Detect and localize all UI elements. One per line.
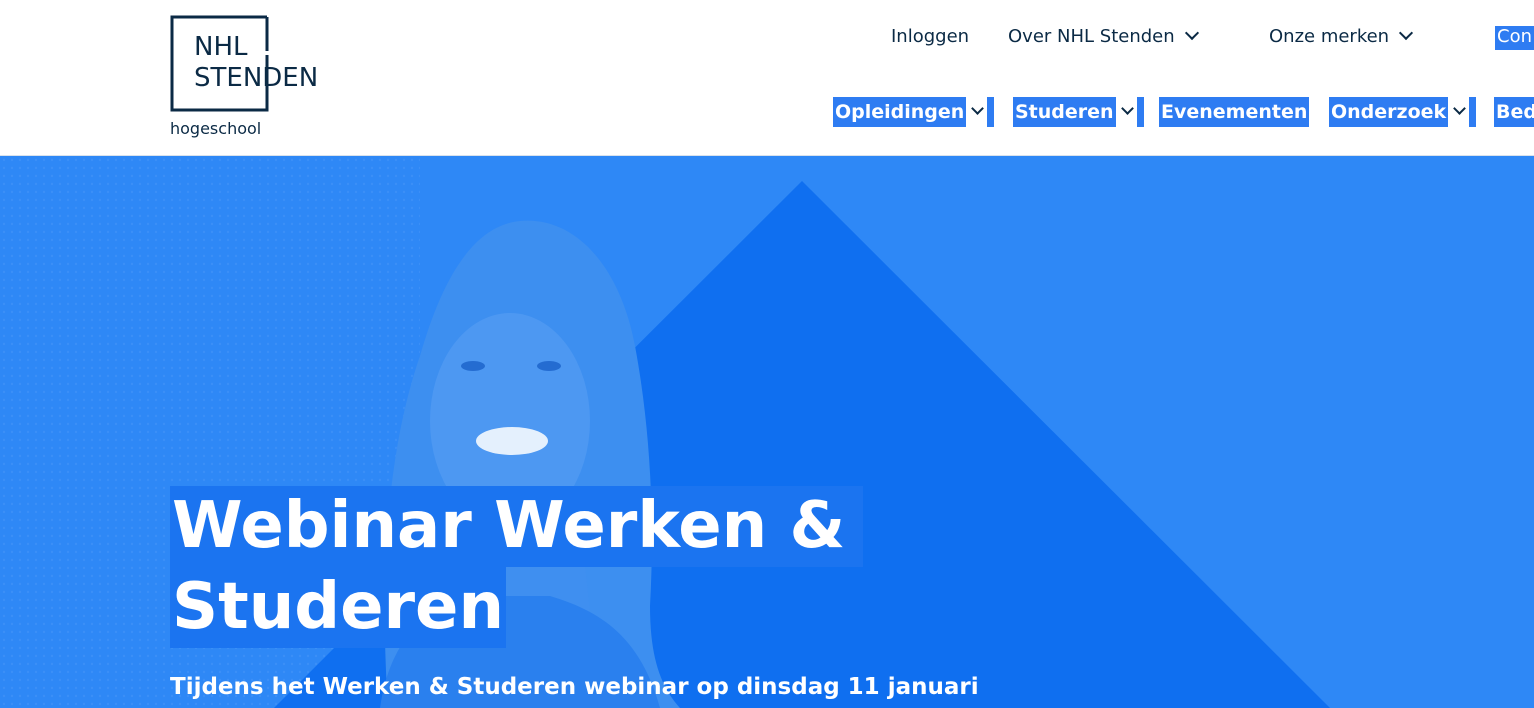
- about-label: Over NHL Stenden: [1008, 26, 1175, 47]
- nav-evenementen[interactable]: Evenementen: [1159, 97, 1310, 127]
- nhl-stenden-logo[interactable]: NHL STENDEN hogeschool: [170, 15, 340, 145]
- nav-bedrijven[interactable]: Bed: [1494, 97, 1534, 127]
- chevron-down-icon[interactable]: [1115, 97, 1142, 127]
- chevron-down-icon[interactable]: [1448, 97, 1475, 127]
- nav-onderzoek-label: Onderzoek: [1331, 101, 1447, 123]
- page: NHL STENDEN hogeschool Inloggen Over NHL…: [0, 0, 1534, 708]
- logo-subtitle: hogeschool: [170, 119, 262, 138]
- brands-label: Onze merken: [1269, 26, 1390, 47]
- logo-text-line1: NHL: [194, 32, 248, 62]
- login-link[interactable]: Inloggen: [891, 26, 969, 52]
- logo-text-line2: STENDEN: [194, 63, 319, 93]
- nav-studeren-label: Studeren: [1015, 101, 1114, 123]
- hero-title: Webinar Werken & Studeren: [170, 486, 864, 648]
- chevron-down-icon[interactable]: [966, 97, 993, 127]
- hero-banner: Webinar Werken & Studeren Tijdens het We…: [0, 156, 1534, 708]
- login-label: Inloggen: [891, 26, 970, 47]
- nav-evenementen-label: Evenementen: [1161, 101, 1308, 123]
- hero-title-line1: Webinar Werken &: [170, 486, 864, 567]
- nav-opleidingen-label: Opleidingen: [835, 101, 965, 123]
- hero-title-line2: Studeren: [170, 567, 506, 648]
- nav-opleidingen[interactable]: Opleidingen: [833, 97, 995, 127]
- brands-menu[interactable]: Onze merken: [1269, 25, 1414, 52]
- hero-subtitle: Tijdens het Werken & Studeren webinar op…: [170, 674, 979, 700]
- site-header: NHL STENDEN hogeschool Inloggen Over NHL…: [0, 0, 1534, 156]
- nav-onderzoek[interactable]: Onderzoek: [1329, 97, 1477, 127]
- about-menu[interactable]: Over NHL Stenden: [1008, 25, 1199, 52]
- nav-studeren[interactable]: Studeren: [1013, 97, 1144, 127]
- contact-link[interactable]: Con: [1495, 26, 1534, 50]
- chevron-down-icon: [1399, 25, 1414, 41]
- nav-bedrijven-label: Bed: [1496, 101, 1534, 123]
- chevron-down-icon: [1184, 25, 1199, 41]
